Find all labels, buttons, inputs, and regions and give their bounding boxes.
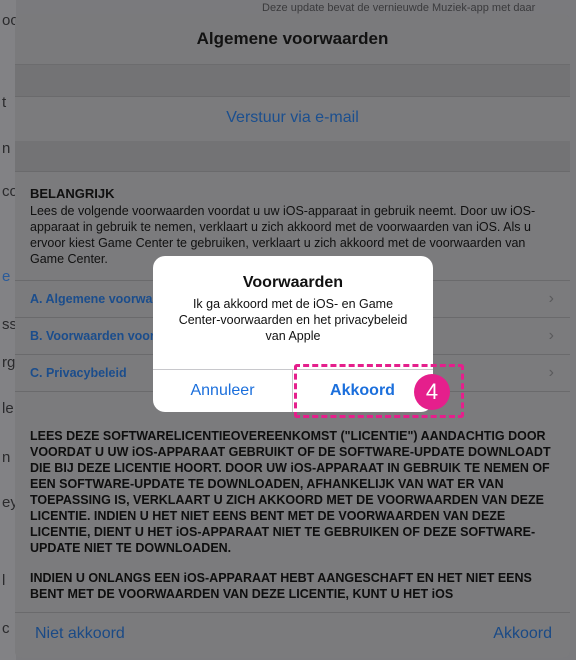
email-row[interactable]: Verstuur via e-mail: [15, 96, 570, 142]
terms-intro: BELANGRIJK Lees de volgende voorwaarden …: [30, 186, 552, 267]
agree-button[interactable]: Akkoord: [493, 625, 552, 643]
section-label: C. Privacybeleid: [30, 366, 127, 380]
spacer-band: [15, 141, 570, 172]
background-fragment: e: [2, 268, 11, 285]
background-fragment: rg: [2, 354, 16, 371]
step-number-badge: 4: [414, 374, 450, 410]
sheet-footer: Niet akkoord Akkoord: [15, 612, 570, 658]
sheet-title: Algemene voorwaarden: [196, 29, 389, 48]
background-fragment: l: [2, 572, 6, 589]
important-heading: BELANGRIJK: [30, 186, 115, 201]
license-paragraph: INDIEN U ONLANGS EEN iOS-APPARAAT HEBT A…: [30, 571, 532, 601]
license-paragraph: LEES DEZE SOFTWARELICENTIEOVEREENKOMST (…: [30, 429, 551, 555]
dialog-message: Ik ga akkoord met de iOS- en Game Center…: [178, 297, 408, 343]
chevron-right-icon: ›: [548, 327, 554, 344]
chevron-right-icon: ›: [548, 364, 554, 381]
license-text: LEES DEZE SOFTWARELICENTIEOVEREENKOMST (…: [30, 428, 552, 616]
disagree-button[interactable]: Niet akkoord: [35, 625, 125, 643]
background-fragment: le: [2, 400, 14, 417]
send-via-email-link[interactable]: Verstuur via e-mail: [15, 109, 570, 127]
spacer-band: [15, 65, 570, 97]
dialog-cancel-button[interactable]: Annuleer: [153, 370, 292, 412]
dialog-title: Voorwaarden: [242, 274, 344, 291]
sheet-header: Algemene voorwaarden: [15, 14, 570, 65]
background-update-text: Deze update bevat de vernieuwde Muziek-a…: [262, 2, 536, 14]
background-fragment: n: [2, 140, 11, 157]
background-fragment: n: [2, 449, 11, 466]
background-fragment: c: [2, 620, 10, 637]
background-fragment: t: [2, 94, 7, 111]
chevron-right-icon: ›: [548, 290, 554, 307]
